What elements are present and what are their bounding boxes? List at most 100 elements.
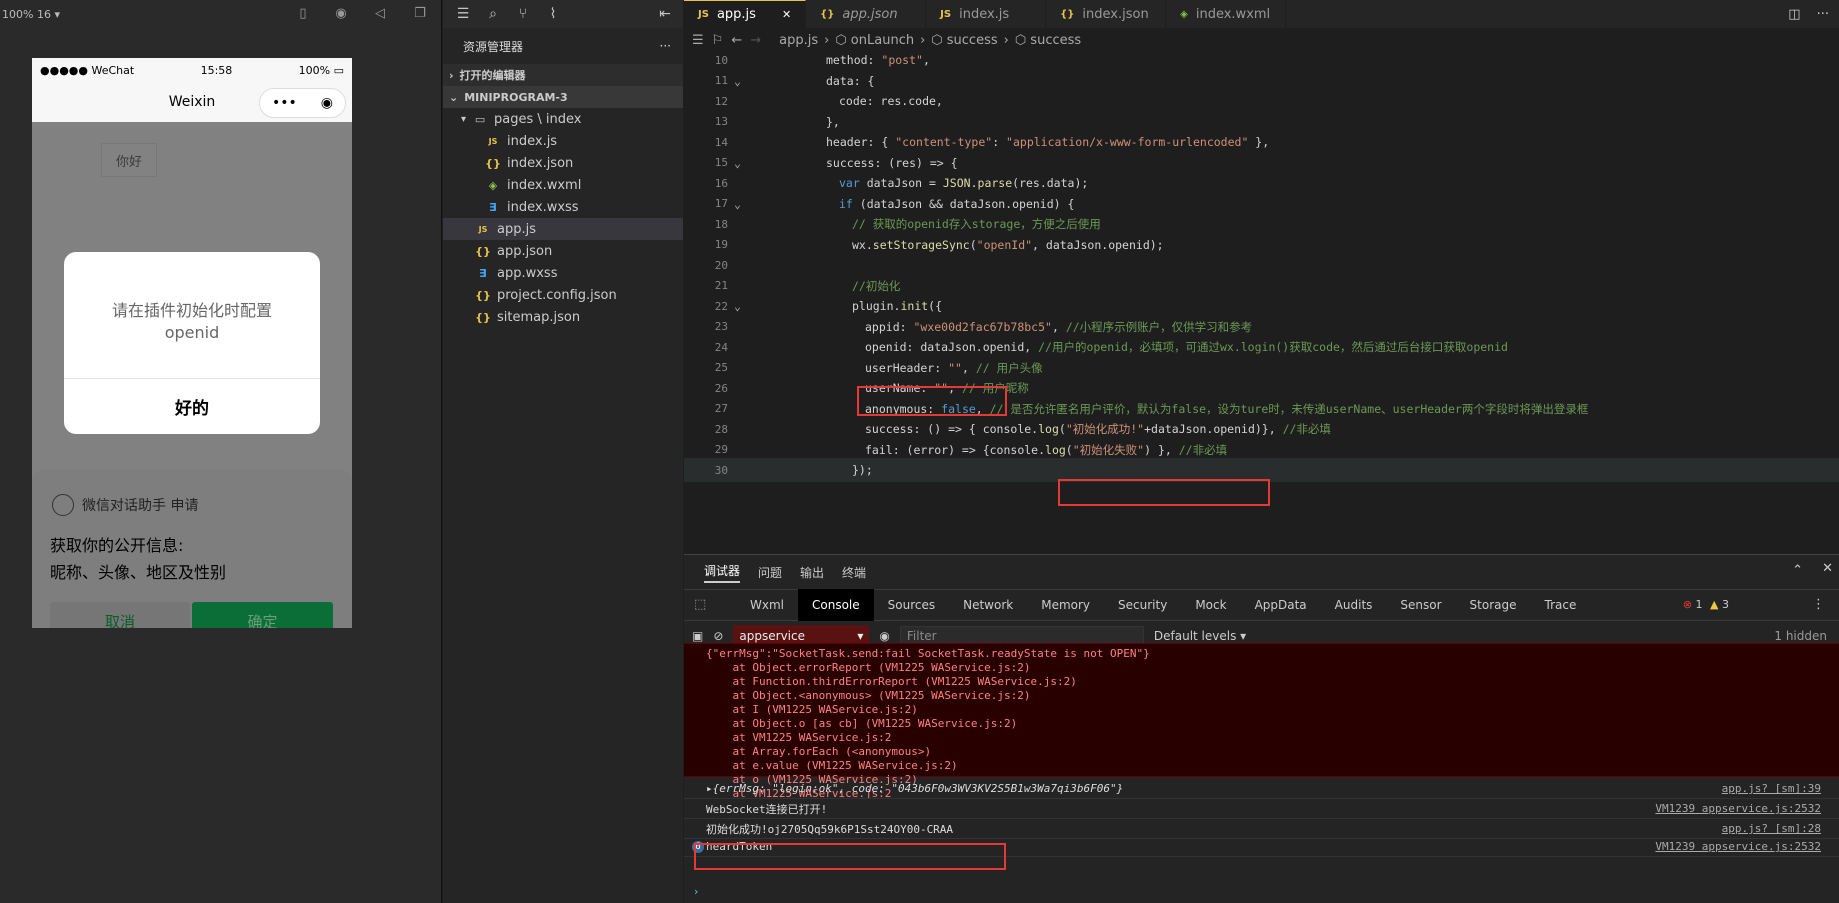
devtools-tab[interactable]: Network: [949, 589, 1027, 621]
fold-icon[interactable]: ⌄: [734, 299, 741, 313]
json-file-icon: {}: [475, 244, 491, 258]
list-icon[interactable]: ☰: [453, 4, 473, 24]
chevron-up-icon[interactable]: ⌃: [1792, 563, 1803, 578]
clear-console-icon[interactable]: ⊘: [713, 629, 723, 643]
file-item[interactable]: {} project.config.json: [443, 284, 683, 306]
line-number: 24: [714, 340, 728, 354]
editor-tab[interactable]: JS app.js ✕: [684, 0, 807, 28]
file-item[interactable]: JS index.js: [443, 130, 683, 152]
devtools-top-tab[interactable]: 调试器: [704, 562, 741, 583]
zoom-select[interactable]: 100% 16 ▾: [2, 8, 60, 21]
modal-message: 请在插件初始化时配置openid: [111, 301, 272, 342]
console-source-link[interactable]: VM1239 appservice.js:2532: [1655, 802, 1821, 815]
source-control-icon[interactable]: ⑂: [513, 4, 533, 24]
kebab-menu-icon[interactable]: ⋮: [1812, 597, 1825, 612]
devtools-tab[interactable]: Sources: [874, 589, 949, 621]
line-number: 29: [714, 443, 728, 456]
devtools-tab[interactable]: Trace: [1531, 589, 1591, 621]
editor-tab[interactable]: {} app.json: [806, 0, 927, 28]
search-icon[interactable]: ⌕: [483, 4, 503, 24]
forward-arrow-icon[interactable]: →: [750, 33, 761, 48]
phone-icon[interactable]: ▯: [295, 6, 311, 22]
code-text: // 获取的openid存入storage，方便之后使用: [852, 217, 1101, 231]
code-text: },: [826, 114, 840, 129]
line-number: 26: [714, 381, 728, 395]
fold-icon[interactable]: ⌄: [734, 197, 741, 211]
collapse-panel-icon[interactable]: ⇤: [655, 4, 675, 24]
devtools-top-tab[interactable]: 终端: [842, 564, 866, 581]
fold-icon[interactable]: ⌄: [734, 156, 741, 170]
levels-select[interactable]: Default levels ▾: [1154, 629, 1246, 643]
code-text: data: {: [826, 73, 875, 88]
file-name: index.json: [507, 155, 574, 171]
devtools-tab[interactable]: Wxml: [736, 589, 798, 621]
sidebar-toggle-icon[interactable]: ▣: [692, 629, 703, 643]
devtools-tab[interactable]: Audits: [1321, 589, 1387, 621]
devtools-tab[interactable]: Memory: [1027, 589, 1104, 621]
file-item[interactable]: JS app.js: [443, 218, 683, 240]
file-item[interactable]: ◈ index.wxml: [443, 174, 683, 196]
close-icon[interactable]: ✕: [1822, 561, 1833, 576]
git-graph-icon[interactable]: ⌇: [543, 4, 563, 24]
eye-icon[interactable]: ◉: [879, 629, 889, 643]
tab-label: index.wxml: [1195, 6, 1271, 22]
inspect-icon[interactable]: ⬚: [694, 597, 706, 612]
console-source-link[interactable]: app.js? [sm]:28: [1722, 822, 1821, 835]
devtools-tab[interactable]: Security: [1104, 589, 1181, 621]
hello-button[interactable]: 你好: [101, 143, 157, 177]
editor-tab[interactable]: ◈ index.wxml: [1166, 0, 1287, 28]
more-icon[interactable]: ···: [1817, 7, 1829, 22]
file-item[interactable]: {} index.json: [443, 152, 683, 174]
list-icon[interactable]: ☰: [692, 33, 704, 48]
window-icon[interactable]: ❐: [412, 6, 428, 22]
code-area[interactable]: 10 method: "post", 11 data: {⌄ 12 code: res.c…: [684, 52, 1839, 553]
console-source-link[interactable]: app.js? [sm]:39: [1722, 782, 1821, 795]
folder-pages-index[interactable]: ▾ ▭ pages \ index: [443, 108, 683, 130]
back-arrow-icon[interactable]: ←: [731, 33, 742, 48]
issue-counters[interactable]: ⊗ 1 ▲ 3: [1683, 598, 1729, 611]
close-circle-icon[interactable]: ◉: [321, 95, 333, 111]
breadcrumb-item[interactable]: app.js: [779, 33, 818, 48]
devtools-tab[interactable]: Console: [798, 589, 874, 621]
simulator-panel: 100% 16 ▾ ▯ ◉ ◁ ❐ ●●●●● WeChat 15:58 100…: [0, 0, 442, 903]
confirm-button[interactable]: 确定: [192, 602, 333, 628]
breadcrumb-item[interactable]: ⬡ onLaunch: [835, 33, 914, 48]
close-tab-icon[interactable]: ✕: [782, 8, 791, 21]
code-text: method: "post",: [826, 53, 930, 67]
file-name: index.wxml: [507, 177, 582, 193]
console-prompt-icon[interactable]: ›: [694, 885, 698, 898]
console-row: WebSocket连接已打开! VM1239 appservice.js:2532: [684, 799, 1839, 819]
wxss-file-icon: ∃: [479, 266, 487, 280]
editor-tab[interactable]: {} index.json: [1046, 0, 1167, 28]
json-file-icon: {}: [485, 156, 501, 170]
breadcrumb-item[interactable]: ⬡ success: [931, 33, 997, 48]
more-icon[interactable]: ···: [660, 39, 671, 53]
devtools-tab[interactable]: Storage: [1456, 589, 1531, 621]
modal-ok-button[interactable]: 好的: [64, 379, 320, 434]
bookmark-icon[interactable]: ⚐: [712, 33, 724, 48]
file-item[interactable]: {} app.json: [443, 240, 683, 262]
console-message: ▸{errMsg: "login:ok", code: "043b6F0w3WV…: [706, 782, 1124, 795]
fold-icon[interactable]: ⌄: [734, 74, 741, 88]
more-dots-icon[interactable]: •••: [272, 95, 297, 111]
file-item[interactable]: {} sitemap.json: [443, 306, 683, 328]
breadcrumb-item[interactable]: ⬡ success: [1015, 33, 1081, 48]
editor-tab[interactable]: JS index.js: [926, 0, 1047, 28]
line-number: 14: [714, 135, 728, 149]
devtools-top-tab[interactable]: 问题: [758, 564, 782, 581]
console-source-link[interactable]: VM1239 appservice.js:2532: [1655, 840, 1821, 853]
split-editor-icon[interactable]: ◫: [1788, 7, 1800, 22]
devtools-tab[interactable]: Sensor: [1386, 589, 1455, 621]
json-file-icon: {}: [475, 288, 491, 302]
devtools-top-tab[interactable]: 输出: [800, 564, 824, 581]
open-editors-section[interactable]: › 打开的编辑器: [443, 64, 683, 86]
devtools-tab[interactable]: Mock: [1181, 589, 1240, 621]
volume-icon[interactable]: ◁: [372, 6, 388, 22]
cancel-button[interactable]: 取消: [50, 602, 190, 628]
file-item[interactable]: ∃ index.wxss: [443, 196, 683, 218]
file-item[interactable]: ∃ app.wxss: [443, 262, 683, 284]
capsule-menu[interactable]: ••• ◉: [259, 88, 346, 118]
devtools-tab[interactable]: AppData: [1241, 589, 1321, 621]
record-icon[interactable]: ◉: [333, 6, 349, 22]
project-section[interactable]: ⌄ MINIPROGRAM-3: [443, 86, 683, 108]
